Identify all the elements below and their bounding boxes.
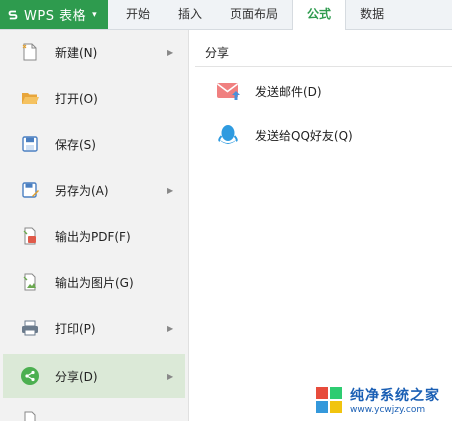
tab-insert[interactable]: 插入 — [164, 0, 216, 29]
save-as-icon — [19, 179, 41, 201]
menu-label-save: 保存(S) — [55, 137, 96, 152]
submenu-arrow-icon: ▶ — [167, 371, 174, 381]
pdf-export-icon — [19, 225, 41, 247]
share-qq-label: 发送给QQ好友(Q) — [255, 128, 353, 143]
share-email-label: 发送邮件(D) — [255, 84, 322, 99]
site-watermark: 纯净系统之家 www.ycwjzy.com — [314, 378, 452, 421]
menu-item-new[interactable]: 新建(N) ▶ — [3, 30, 185, 74]
ribbon-bar: WPS 表格 ▾ 开始 插入 页面布局 公式 数据 — [0, 0, 452, 30]
share-send-email[interactable]: 发送邮件(D) — [215, 76, 322, 106]
save-icon — [19, 133, 41, 155]
menu-label-print: 打印(P) — [55, 321, 96, 336]
menu-item-export-image[interactable]: 输出为图片(G) — [3, 260, 185, 304]
app-menu-button[interactable]: WPS 表格 ▾ — [0, 0, 108, 29]
tab-formulas[interactable]: 公式 — [292, 0, 347, 30]
watermark-logo-icon — [316, 386, 342, 413]
menu-label-export-image: 输出为图片(G) — [55, 275, 134, 290]
submenu-arrow-icon: ▶ — [167, 47, 174, 57]
document-icon — [19, 409, 41, 421]
menu-label-export-pdf: 输出为PDF(F) — [55, 229, 131, 244]
ribbon-tabs: 开始 插入 页面布局 公式 数据 — [112, 0, 398, 30]
tab-data[interactable]: 数据 — [346, 0, 398, 29]
qq-icon — [218, 125, 238, 144]
new-file-icon — [19, 41, 41, 63]
menu-item-print[interactable]: 打印(P) ▶ — [3, 306, 185, 350]
mail-icon — [217, 83, 240, 100]
tab-page-layout[interactable]: 页面布局 — [216, 0, 292, 29]
folder-open-icon — [19, 87, 41, 109]
menu-item-export-pdf[interactable]: 输出为PDF(F) — [3, 214, 185, 258]
share-pane: 分享 发送邮件(D) 发送给QQ好友(Q) — [195, 30, 452, 421]
menu-label-share: 分享(D) — [55, 369, 98, 384]
divider — [195, 66, 452, 67]
share-pane-title: 分享 — [205, 46, 230, 60]
menu-item-open[interactable]: 打开(O) — [3, 76, 185, 120]
chevron-down-icon: ▾ — [92, 9, 97, 20]
share-icon — [19, 365, 41, 387]
image-export-icon — [19, 271, 41, 293]
menu-item-share[interactable]: 分享(D) ▶ — [3, 354, 185, 398]
watermark-url: www.ycwjzy.com — [350, 404, 426, 415]
submenu-arrow-icon: ▶ — [167, 185, 174, 195]
menu-item-save-as[interactable]: 另存为(A) ▶ — [3, 168, 185, 212]
watermark-brand: 纯净系统之家 — [350, 387, 440, 404]
menu-item-save[interactable]: 保存(S) — [3, 122, 185, 166]
app-title: WPS 表格 — [24, 9, 87, 24]
tab-home[interactable]: 开始 — [112, 0, 164, 29]
menu-item-partial[interactable] — [3, 400, 185, 421]
submenu-arrow-icon: ▶ — [167, 323, 174, 333]
menu-label-open: 打开(O) — [55, 91, 98, 106]
menu-label-save-as: 另存为(A) — [55, 183, 109, 198]
share-send-qq[interactable]: 发送给QQ好友(Q) — [215, 120, 353, 150]
menu-label-new: 新建(N) — [55, 45, 98, 60]
printer-icon — [19, 317, 41, 339]
wps-logo-icon — [6, 7, 20, 22]
file-menu: 新建(N) ▶ 打开(O) 保存(S) 另存为(A) ▶ 输出为PDF(F) 输… — [0, 30, 189, 421]
